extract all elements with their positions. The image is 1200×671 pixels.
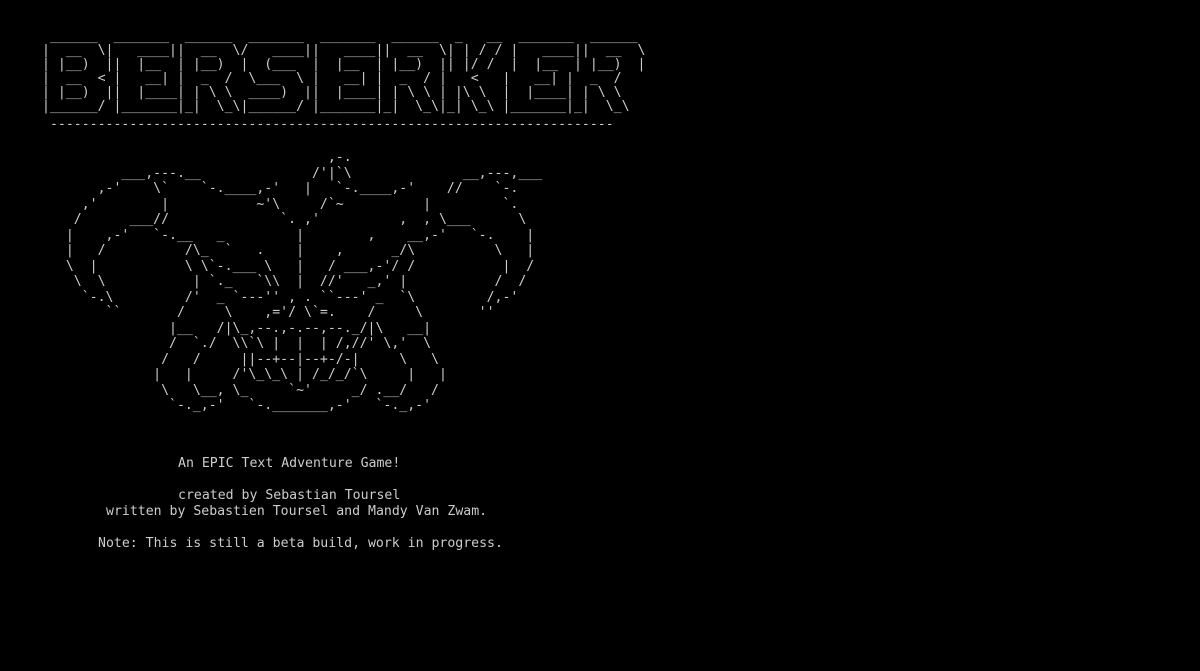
beta-note: Note: This is still a beta build, work i…	[98, 536, 503, 551]
terminal-window: ______ _______ ______ _______ _______ __…	[0, 0, 1200, 671]
game-tagline: An EPIC Text Adventure Game!	[178, 456, 401, 471]
created-by-credit: created by Sebastian Toursel	[178, 488, 401, 503]
helmet-ascii-art: ,-. ___,---.__ /'|`\ __,---,___ ,-' \` `…	[65, 150, 543, 413]
title-divider: ----------------------------------------…	[42, 117, 614, 132]
berserker-ascii-title: ______ _______ ______ _______ _______ __…	[42, 29, 646, 114]
written-by-credit: written by Sebastien Toursel and Mandy V…	[106, 504, 488, 519]
